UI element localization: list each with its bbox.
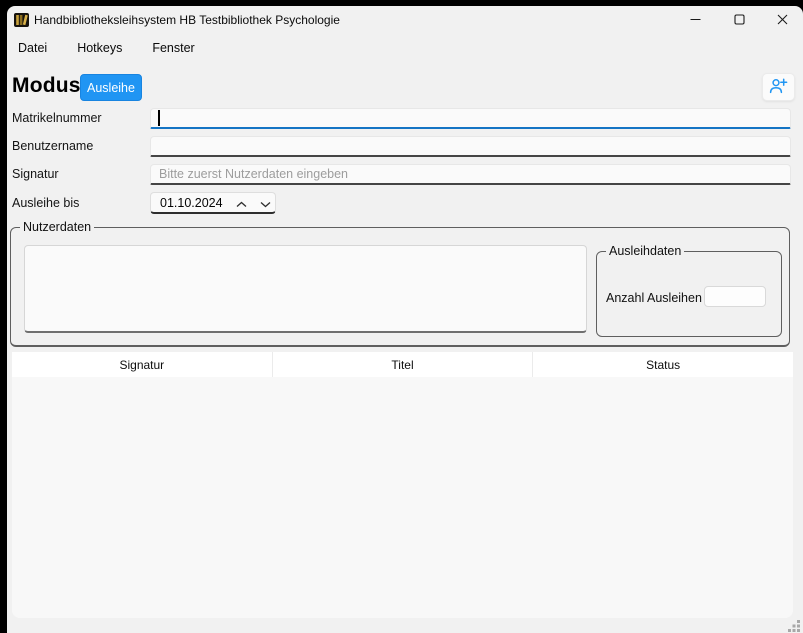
window-controls bbox=[673, 6, 803, 34]
signatur-label: Signatur bbox=[12, 164, 147, 185]
column-header-titel[interactable]: Titel bbox=[272, 352, 533, 377]
menu-item-datei[interactable]: Datei bbox=[10, 38, 55, 58]
mode-ausleihe-button[interactable]: Ausleihe bbox=[80, 74, 142, 101]
ausleihe-bis-date-picker[interactable]: 01.10.2024 bbox=[150, 192, 276, 214]
chevron-up-icon bbox=[236, 196, 247, 211]
benutzername-label: Benutzername bbox=[12, 136, 147, 157]
resize-grip[interactable] bbox=[787, 618, 801, 632]
chevron-down-icon bbox=[260, 196, 271, 211]
ausleihdaten-groupbox: Ausleihdaten Anzahl Ausleihen bbox=[596, 251, 782, 337]
date-value: 01.10.2024 bbox=[151, 196, 223, 210]
person-add-icon bbox=[769, 78, 788, 97]
maximize-icon bbox=[734, 13, 745, 28]
column-header-status[interactable]: Status bbox=[532, 352, 793, 377]
loans-table: Signatur Titel Status bbox=[12, 352, 793, 618]
close-icon bbox=[777, 13, 788, 28]
app-window: Handbibliotheksleihsystem HB Testbibliot… bbox=[7, 6, 803, 633]
nutzerdaten-group-label: Nutzerdaten bbox=[20, 220, 94, 235]
matrikelnummer-label: Matrikelnummer bbox=[12, 108, 147, 129]
maximize-button[interactable] bbox=[717, 6, 761, 34]
menu-item-hotkeys[interactable]: Hotkeys bbox=[69, 38, 130, 58]
minimize-icon bbox=[690, 13, 701, 28]
benutzername-input[interactable] bbox=[150, 136, 791, 157]
table-body-empty bbox=[12, 377, 793, 618]
titlebar[interactable]: Handbibliotheksleihsystem HB Testbibliot… bbox=[7, 6, 803, 34]
window-title: Handbibliotheksleihsystem HB Testbibliot… bbox=[34, 6, 340, 34]
ausleihdaten-group-label: Ausleihdaten bbox=[606, 244, 684, 259]
anzahl-ausleihen-label: Anzahl Ausleihen bbox=[606, 289, 702, 307]
nutzerdaten-groupbox: Nutzerdaten Ausleihdaten Anzahl Ausleihe… bbox=[10, 227, 790, 347]
matrikelnummer-input[interactable] bbox=[150, 108, 791, 129]
menu-item-fenster[interactable]: Fenster bbox=[144, 38, 202, 58]
ausleihe-bis-label: Ausleihe bis bbox=[12, 193, 147, 214]
table-header-row: Signatur Titel Status bbox=[12, 352, 793, 377]
text-caret bbox=[158, 110, 160, 126]
column-header-signatur[interactable]: Signatur bbox=[12, 352, 272, 377]
nutzerdaten-textarea[interactable] bbox=[24, 245, 587, 333]
date-increment-button[interactable] bbox=[231, 193, 251, 213]
minimize-button[interactable] bbox=[673, 6, 717, 34]
bookshelf-icon bbox=[13, 11, 31, 29]
date-decrement-button[interactable] bbox=[255, 193, 275, 213]
add-user-button[interactable] bbox=[762, 73, 795, 101]
signatur-input[interactable] bbox=[150, 164, 791, 185]
menubar: Datei Hotkeys Fenster bbox=[10, 34, 203, 62]
anzahl-ausleihen-input[interactable] bbox=[704, 286, 766, 307]
modus-heading: Modus bbox=[12, 72, 81, 100]
close-button[interactable] bbox=[761, 6, 803, 34]
